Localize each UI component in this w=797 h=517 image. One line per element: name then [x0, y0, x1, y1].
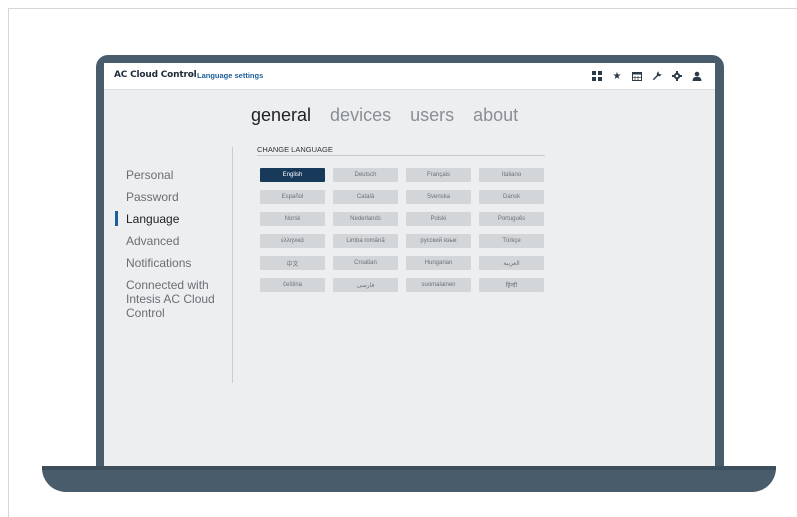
language-button-catala[interactable]: Català [333, 190, 398, 204]
language-button-deutsch[interactable]: Deutsch [333, 168, 398, 182]
language-button-espanol[interactable]: Español [260, 190, 325, 204]
user-icon[interactable] [687, 68, 707, 84]
app-title[interactable]: AC Cloud Control [114, 70, 197, 80]
language-button-svenska[interactable]: Svenska [406, 190, 471, 204]
language-button-hungarian[interactable]: Hungarian [406, 256, 471, 270]
language-button-nederlands[interactable]: Nederlands [333, 212, 398, 226]
calendar-icon[interactable] [627, 68, 647, 84]
language-button-russian[interactable]: русский язык [406, 234, 471, 248]
language-button-dansk[interactable]: Dansk [479, 190, 544, 204]
language-button-farsi[interactable]: فارسی [333, 278, 398, 292]
language-button-greek[interactable]: ελληνικά [260, 234, 325, 248]
wrench-icon[interactable] [647, 68, 667, 84]
title-separator: - [190, 70, 193, 79]
gear-icon[interactable] [667, 68, 687, 84]
tab-devices[interactable]: devices [330, 105, 391, 126]
language-button-italiano[interactable]: Italiano [479, 168, 544, 182]
settings-sidebar: Personal Password Language Advanced Noti… [104, 168, 232, 328]
language-button-croatian[interactable]: Croatian [333, 256, 398, 270]
sidebar-divider [232, 147, 233, 383]
language-button-portugues[interactable]: Português [479, 212, 544, 226]
sidebar-item-language[interactable]: Language [104, 211, 232, 226]
section-divider [257, 155, 545, 156]
language-button-arabic[interactable]: العربية [479, 256, 544, 270]
language-button-chinese[interactable]: 中文 [260, 256, 325, 270]
language-button-francais[interactable]: Français [406, 168, 471, 182]
change-language-heading: CHANGE LANGUAGE [257, 145, 333, 154]
language-button-hindi[interactable]: हिन्दी [479, 278, 544, 292]
language-button-turkce[interactable]: Türkçe [479, 234, 544, 248]
tab-general[interactable]: general [251, 105, 311, 126]
sidebar-item-notifications[interactable]: Notifications [104, 256, 232, 270]
language-button-polski[interactable]: Polski [406, 212, 471, 226]
sidebar-item-personal[interactable]: Personal [104, 168, 232, 182]
toolbar-icons: ★ [587, 68, 707, 84]
language-button-english[interactable]: English [260, 168, 325, 182]
sidebar-item-advanced[interactable]: Advanced [104, 234, 232, 248]
app-screen: AC Cloud Control - Language settings ★ g… [104, 63, 715, 466]
laptop-base-edge [42, 466, 776, 470]
main-tabs: general devices users about [251, 105, 518, 126]
language-button-romanian[interactable]: Limba română [333, 234, 398, 248]
page-subtitle: Language settings [197, 71, 264, 80]
language-button-norsk[interactable]: Norsk [260, 212, 325, 226]
top-bar: AC Cloud Control - Language settings ★ [104, 63, 715, 90]
sidebar-item-connected[interactable]: Connected with Intesis AC Cloud Control [104, 278, 222, 320]
language-button-suomalainen[interactable]: suomalainen [406, 278, 471, 292]
tab-users[interactable]: users [410, 105, 454, 126]
tab-about[interactable]: about [473, 105, 518, 126]
language-button-cestina[interactable]: čeština [260, 278, 325, 292]
star-icon[interactable]: ★ [607, 68, 627, 84]
dashboard-icon[interactable] [587, 68, 607, 84]
language-grid: English Deutsch Français Italiano Españo… [260, 168, 544, 292]
sidebar-item-password[interactable]: Password [104, 190, 232, 204]
